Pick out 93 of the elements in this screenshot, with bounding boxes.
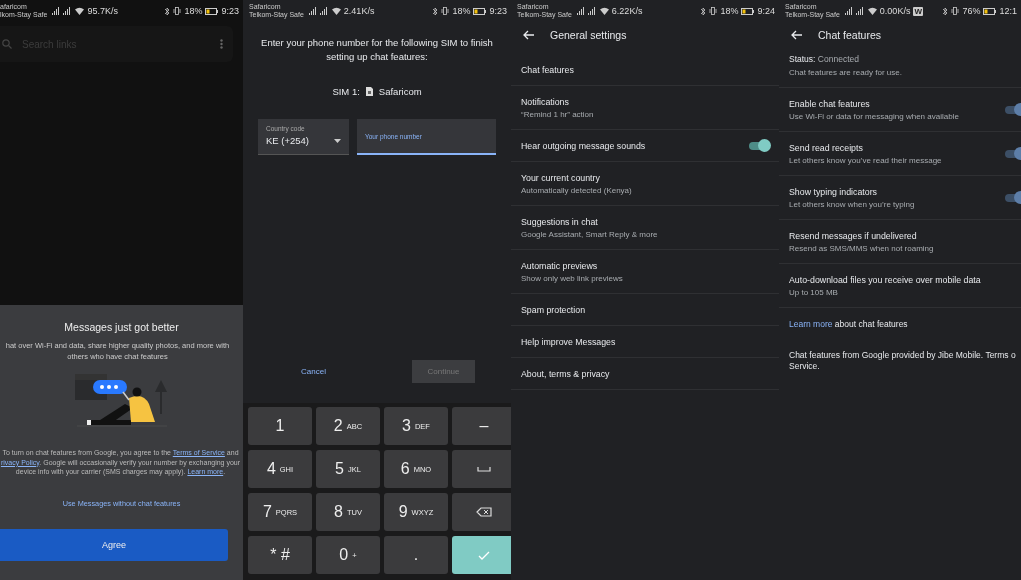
- setting-title: Notifications: [521, 96, 570, 107]
- setting-title: Resend messages if undelivered: [789, 230, 918, 241]
- check-icon: [478, 550, 490, 560]
- agree-button[interactable]: Agree: [0, 528, 228, 561]
- bluetooth-icon: [701, 6, 707, 16]
- setting-title: Enable chat features: [789, 98, 871, 109]
- network-speed: 2.41K/s: [343, 6, 375, 16]
- wifi-icon: [75, 7, 85, 15]
- setting-description: Automatically detected (Kenya): [521, 185, 633, 195]
- clock-time: 9:23: [221, 6, 239, 16]
- setting-title: Chat features: [521, 64, 575, 75]
- battery-icon: [205, 7, 219, 15]
- toggle-switch[interactable]: [749, 141, 769, 150]
- wifi-icon: [599, 7, 609, 15]
- setting-title: Your current country: [521, 172, 601, 183]
- vibrate-icon: [709, 7, 718, 15]
- backspace-icon: [476, 507, 492, 517]
- signal-icon: [306, 7, 329, 15]
- setting-description: “Remind 1 hr” action: [521, 109, 595, 119]
- learn-more-text: Learn more about chat features: [788, 318, 909, 329]
- settings-row[interactable]: Send read receipts Let others know you’ve read their message: [779, 132, 1021, 176]
- back-arrow-icon[interactable]: [791, 30, 802, 40]
- settings-row[interactable]: Resend messages if undelivered Resend as SMS/MMS when not roaming: [779, 220, 1021, 264]
- settings-row[interactable]: Hear outgoing message sounds: [511, 130, 779, 162]
- settings-row[interactable]: Enable chat features Use Wi-Fi or data for messaging when available: [779, 88, 1021, 132]
- signal-icon: [574, 7, 597, 15]
- setting-title: Show typing indicators: [789, 186, 879, 197]
- battery-percent: 18%: [720, 6, 739, 16]
- battery-percent: 18%: [184, 6, 203, 16]
- carrier-name: Safaricom: [378, 86, 422, 97]
- settings-row[interactable]: Auto-download files you receive over mobile data Up to 105 MB: [779, 264, 1021, 308]
- toggle-switch[interactable]: [1005, 105, 1021, 114]
- keypad-key[interactable]: –: [452, 407, 511, 445]
- battery-icon: [741, 7, 755, 15]
- back-arrow-icon[interactable]: [523, 30, 534, 40]
- setting-description: Show only web link previews: [521, 273, 624, 283]
- toggle-switch[interactable]: [1005, 193, 1021, 202]
- battery-icon: [983, 7, 997, 15]
- bluetooth-icon: [433, 6, 439, 16]
- search-icon: [2, 39, 12, 49]
- dropdown-caret-icon: [334, 138, 341, 143]
- prompt-text: Enter your phone number for the following SIM to finish setting up chat features:: [260, 36, 494, 64]
- cancel-button[interactable]: Cancel: [295, 361, 332, 382]
- bluetooth-icon: [165, 6, 171, 16]
- keypad-key[interactable]: * #: [248, 536, 312, 574]
- setting-description: Use Wi-Fi or data for messaging when available: [789, 111, 960, 121]
- setting-title: Send read receipts: [789, 142, 864, 153]
- keypad-key[interactable]: .: [384, 536, 448, 574]
- battery-percent: 76%: [962, 6, 981, 16]
- sim-card-icon: [365, 87, 373, 96]
- status-detail: Chat features are ready for use.: [789, 68, 903, 77]
- setting-description: Resend as SMS/MMS when not roaming: [789, 243, 935, 253]
- setting-title: Help improve Messages: [521, 336, 617, 347]
- setting-title: Auto-download files you receive over mobile data: [789, 274, 982, 285]
- setting-description: Google Assistant, Smart Reply & more: [521, 229, 659, 239]
- vibrate-icon: [951, 7, 960, 15]
- setting-title: Spam protection: [521, 304, 587, 315]
- vibrate-icon: [441, 7, 450, 15]
- vibrate-icon: [173, 7, 182, 15]
- keypad-key[interactable]: 1: [248, 407, 312, 445]
- setting-title: Hear outgoing message sounds: [521, 140, 647, 151]
- wifi-icon: [331, 7, 341, 15]
- setting-title: Automatic previews: [521, 260, 599, 271]
- setting-description: Up to 105 MB: [789, 287, 839, 297]
- network-speed: 0.00K/s: [879, 6, 911, 16]
- space-icon: [477, 466, 491, 472]
- clock-time: 12:1: [999, 6, 1017, 16]
- network-speed: 95.7K/s: [87, 6, 118, 16]
- backspace-key[interactable]: [452, 493, 511, 531]
- toggle-switch[interactable]: [1005, 149, 1021, 158]
- sheet-title: Messages just got better: [64, 321, 179, 333]
- clock-time: 9:23: [489, 6, 507, 16]
- battery-icon: [473, 7, 487, 15]
- clock-time: 9:24: [757, 6, 775, 16]
- sim-label: SIM 1:: [332, 86, 360, 97]
- bluetooth-icon: [943, 6, 949, 16]
- signal-icon: [842, 7, 865, 15]
- more-options-icon[interactable]: [220, 39, 223, 49]
- wifi-icon: [867, 7, 877, 15]
- setting-description: Let others know when you’re typing: [789, 199, 916, 209]
- setting-description: Let others know you’ve read their message: [789, 155, 943, 165]
- footer-text: Chat features from Google provided by Jibe Mobile. Terms o Service.: [788, 349, 1017, 372]
- network-speed: 6.22K/s: [611, 6, 643, 16]
- setting-title: Suggestions in chat: [521, 216, 599, 227]
- screen-title: General settings: [550, 29, 627, 41]
- signal-icon: [50, 7, 73, 15]
- notification-badge: W: [913, 6, 923, 16]
- settings-row[interactable]: Show typing indicators Let others know when you’re typing: [779, 176, 1021, 220]
- screen-title: Chat features: [818, 29, 882, 41]
- learn-more-link[interactable]: Learn more: [789, 319, 833, 329]
- status-text: Status: Connected: [789, 54, 860, 64]
- setting-title: About, terms & privacy: [521, 368, 611, 379]
- battery-percent: 18%: [452, 6, 471, 16]
